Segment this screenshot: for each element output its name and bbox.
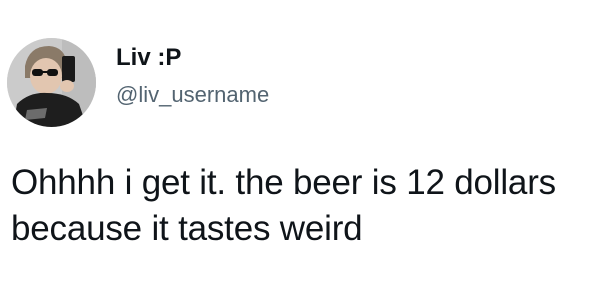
display-name[interactable]: Liv :P [116,44,181,72]
avatar-photo-icon [7,38,96,127]
tweet-text: Ohhhh i get it. the beer is 12 dollars b… [11,163,556,248]
user-handle[interactable]: @liv_username [116,82,269,108]
tweet-card: Liv :P @liv_username Ohhhh i get it. the… [0,0,608,301]
avatar[interactable] [7,38,96,127]
